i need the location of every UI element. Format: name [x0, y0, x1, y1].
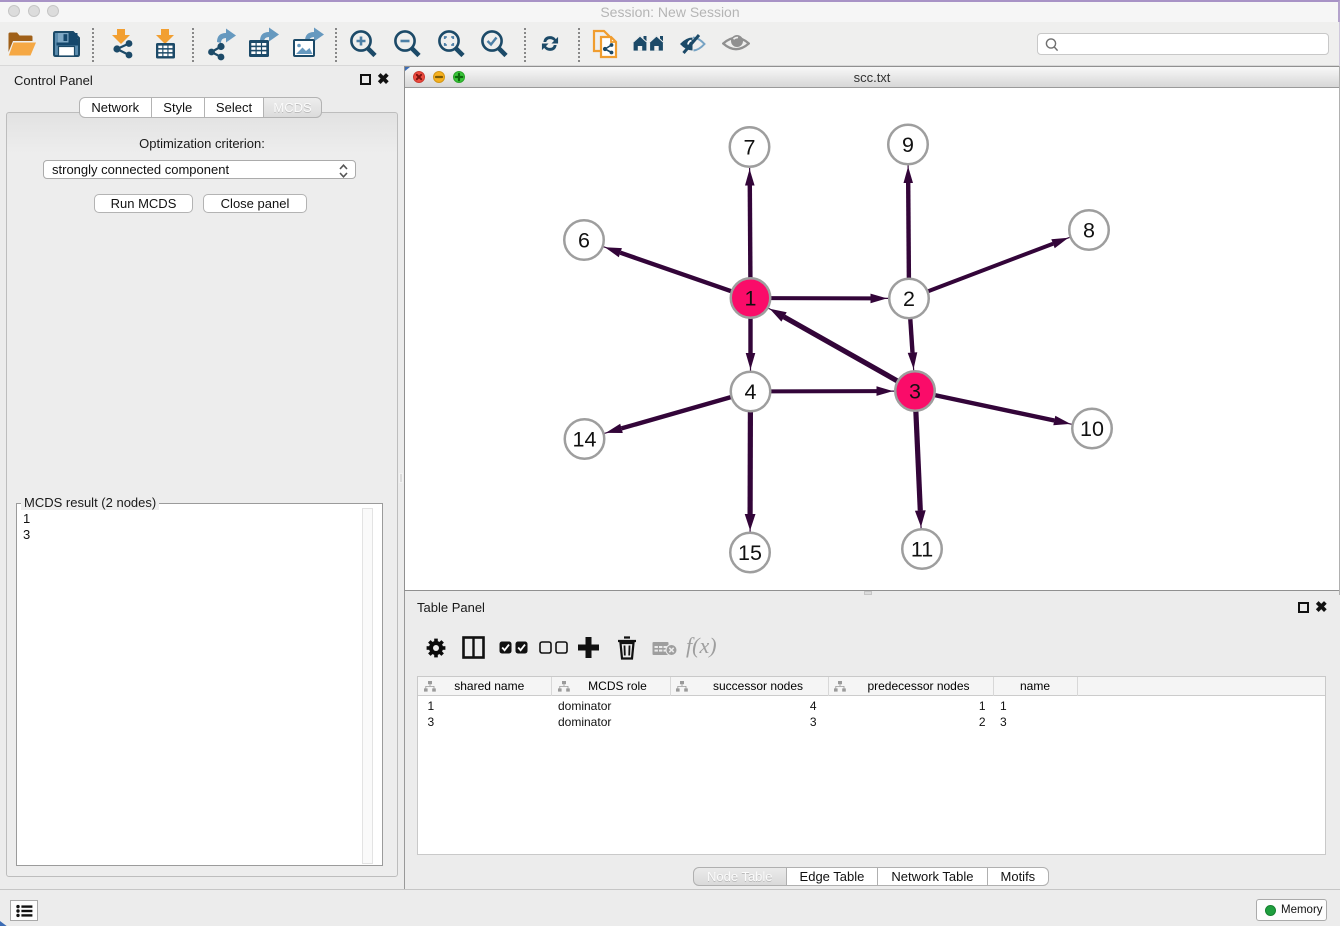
svg-text:3: 3 — [909, 380, 921, 404]
svg-text:14: 14 — [573, 428, 597, 452]
svg-text:15: 15 — [738, 541, 762, 565]
svg-text:4: 4 — [745, 380, 757, 404]
svg-text:7: 7 — [744, 136, 756, 160]
svg-text:11: 11 — [911, 538, 933, 562]
svg-text:8: 8 — [1083, 219, 1095, 243]
svg-text:2: 2 — [903, 287, 915, 311]
svg-text:10: 10 — [1080, 417, 1104, 441]
svg-text:9: 9 — [902, 133, 914, 157]
svg-text:6: 6 — [578, 229, 590, 253]
svg-text:1: 1 — [745, 287, 757, 311]
